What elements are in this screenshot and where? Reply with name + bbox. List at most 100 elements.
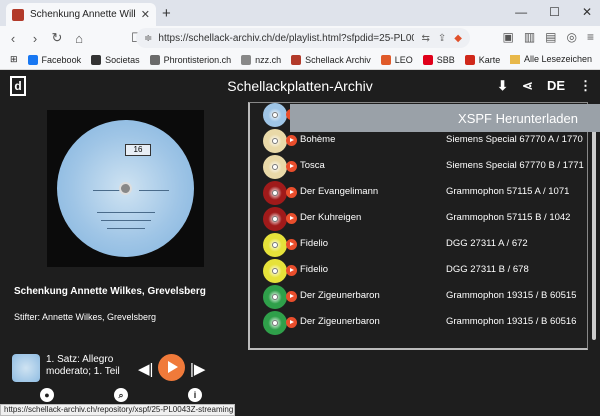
collection-stifter: Stifter: Annette Wilkes, Grevelsberg [14,312,157,322]
favicon-icon [12,8,24,21]
all-bookmarks[interactable]: Alle Lesezeichen [509,54,592,64]
societas-icon [91,54,102,65]
track-catalog-number: Grammophon 57115 B / 1042 [446,212,571,223]
track-play-icon[interactable] [286,291,297,302]
playlist: Unvollendete Symphonie h-mollSBohèmeSiem… [248,102,600,350]
track-name: Bohème [300,134,336,145]
track-row[interactable]: Der Evangelimann Grammophon 57115 A / 107… [250,180,587,206]
browser-tab[interactable]: Schenkung Annette Wilkes, Gre ✕ [6,3,156,26]
bottom-nav: ● ⌕ i [0,386,600,404]
disc-decoration [97,212,155,213]
track-catalog-number: Grammophon 57115 A / 1071 [446,186,570,197]
record-thumbnail-icon [263,233,287,257]
browser-nav-bar: ‹ › ↻ ⌂ ☐ ≑ https://schellack-archiv.ch/… [0,26,600,50]
phrontisterion-icon [149,54,160,65]
brave-shield-icon[interactable]: ◆ [454,33,462,44]
sidebar-icon[interactable]: ▥ [524,30,535,44]
browser-menu-icon[interactable]: ≡ [587,30,594,44]
track-row[interactable]: Tosca Siemens Special 67770 B / 1771 [250,154,587,180]
scrollbar-thumb[interactable] [592,130,596,340]
bookmark-facebook[interactable]: Facebook [27,54,81,65]
play-button[interactable] [158,354,185,381]
scrollbar[interactable] [588,102,600,350]
bookmark-karte[interactable]: Karte [464,54,500,65]
record-label-number: 16 [125,144,151,156]
track-play-icon[interactable] [286,213,297,224]
track-catalog-number: DGG 27311 B / 678 [446,264,529,275]
reload-icon[interactable]: ↻ [48,30,66,46]
bookmark-societas[interactable]: Societas [91,54,140,65]
bookmark-schellack-archiv[interactable]: Schellack Archiv [291,54,371,65]
disc-hole [119,182,132,195]
disc-decoration [139,190,169,191]
translate-icon[interactable]: ⇆ [422,33,430,44]
bookmark-phrontisterion[interactable]: Phrontisterion.ch [149,54,231,65]
track-name: Der Zigeunerbaron [300,316,380,327]
share-url-icon[interactable]: ⇪ [438,33,446,44]
sbb-icon [422,54,433,65]
track-play-icon[interactable] [286,265,297,276]
bookmark-nzz[interactable]: nzz.ch [241,54,281,65]
record-disc-icon: 16 [57,120,194,257]
record-nav-icon[interactable]: ● [40,388,54,402]
track-play-icon[interactable] [286,161,297,172]
track-row[interactable]: Fidelio DGG 27311 B / 678 [250,258,587,284]
site-header: d Schellackplatten-Archiv ⬇ ⋖ DE ⋮ [0,70,600,102]
bookmark-sbb[interactable]: SBB [422,54,455,65]
apps-icon[interactable]: ⊞ [10,54,18,65]
close-tab-icon[interactable]: ✕ [141,8,150,21]
extensions-icon[interactable]: ▣ [502,30,513,44]
track-play-icon[interactable] [286,317,297,328]
new-tab-button[interactable]: + [162,5,171,22]
maximize-button[interactable]: ☐ [549,5,560,19]
now-playing-thumbnail [12,354,40,382]
share-icon[interactable]: ⋖ [522,78,533,94]
track-play-icon[interactable] [286,187,297,198]
home-icon[interactable]: ⌂ [70,31,88,46]
header-actions: ⬇ ⋖ DE ⋮ [497,78,592,94]
track-name: Der Kuhreigen [300,212,362,223]
previous-track-button[interactable]: ◀| [138,360,153,378]
address-bar[interactable]: ≑ https://schellack-archiv.ch/de/playlis… [136,28,470,48]
track-list: Unvollendete Symphonie h-mollSBohèmeSiem… [248,102,588,350]
track-catalog-number: Siemens Special 67770 B / 1771 [446,160,584,171]
track-catalog-number: Grammophon 19315 / B 60516 [446,316,577,327]
wallet-icon[interactable]: ▤ [545,30,556,44]
menu-icon[interactable]: ⋮ [579,78,592,94]
xspf-download-button[interactable]: XSPF Herunterladen [290,104,600,132]
track-row[interactable]: Der Zigeunerbaron Grammophon 19315 / B 60… [250,310,587,336]
track-catalog-number: Grammophon 19315 / B 60515 [446,290,577,301]
track-row[interactable]: Der Kuhreigen Grammophon 57115 B / 1042 [250,206,587,232]
forward-icon[interactable]: › [26,31,44,46]
folder-icon [509,54,520,64]
track-play-icon[interactable] [286,135,297,146]
info-icon[interactable]: i [188,388,202,402]
search-icon[interactable]: ⌕ [114,388,128,402]
bookmark-leo[interactable]: LEO [380,54,413,65]
track-name: Der Zigeunerbaron [300,290,380,301]
browser-tab-bar: Schenkung Annette Wilkes, Gre ✕ + — ☐ ✕ [0,0,600,26]
record-thumbnail-icon [263,311,287,335]
track-play-icon[interactable] [286,239,297,250]
record-thumbnail-icon [263,129,287,153]
site-info-icon[interactable]: ≑ [144,33,152,44]
close-window-button[interactable]: ✕ [582,5,592,19]
track-name: Fidelio [300,238,328,249]
track-row[interactable]: Der Zigeunerbaron Grammophon 19315 / B 60… [250,284,587,310]
now-playing-title: 1. Satz: Allegro moderato; 1. Teil [46,354,120,377]
download-icon[interactable]: ⬇ [497,78,508,94]
track-row[interactable]: Fidelio DGG 27311 A / 672 [250,232,587,258]
language-selector[interactable]: DE [547,78,565,94]
record-thumbnail-icon [263,103,287,127]
leo-icon [380,54,391,65]
record-cover-image: 16 [47,110,204,267]
back-icon[interactable]: ‹ [4,31,22,46]
next-track-button[interactable]: |▶ [190,360,205,378]
track-name: Fidelio [300,264,328,275]
browser-extensions: ▣ ▥ ▤ ◎ ≡ [502,30,594,44]
vpn-icon[interactable]: ◎ [567,30,577,44]
window-controls: — ☐ ✕ [515,5,592,19]
track-catalog-number: Siemens Special 67770 A / 1770 [446,134,583,145]
disc-decoration [107,228,145,229]
minimize-button[interactable]: — [515,5,527,19]
